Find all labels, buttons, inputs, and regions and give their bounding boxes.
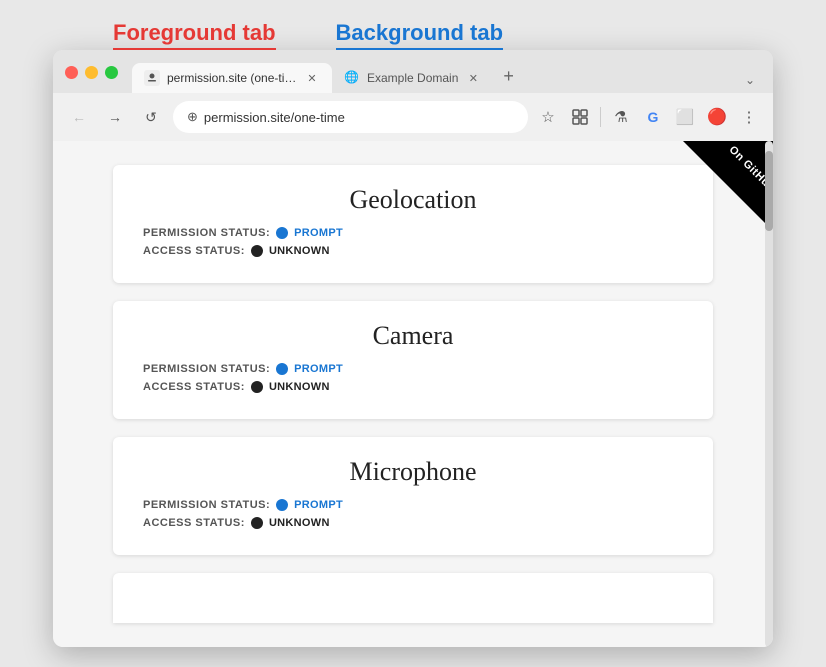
- back-button[interactable]: ←: [65, 103, 93, 131]
- camera-access-dot: [251, 381, 263, 393]
- toolbar-divider: [600, 107, 601, 127]
- geolocation-access-value: UNKNOWN: [269, 245, 330, 257]
- geolocation-title: Geolocation: [143, 185, 683, 215]
- geolocation-permission-label: PERMISSION STATUS:: [143, 227, 270, 239]
- partial-card: [113, 573, 713, 623]
- background-tab-title: Example Domain: [367, 71, 458, 85]
- tab-labels: Foreground tab Background tab: [53, 20, 773, 50]
- address-field[interactable]: ⊕ permission.site/one-time: [173, 101, 528, 133]
- tabs-row: permission.site (one-time) ✕ 🌐 Example D…: [132, 60, 761, 93]
- google-icon[interactable]: G: [641, 105, 665, 129]
- title-bar: permission.site (one-time) ✕ 🌐 Example D…: [53, 50, 773, 93]
- close-button[interactable]: [65, 66, 78, 79]
- foreground-tab-label: Foreground tab: [113, 20, 276, 50]
- background-tab[interactable]: 🌐 Example Domain ✕: [332, 63, 493, 93]
- outer-wrapper: Foreground tab Background tab: [53, 20, 773, 647]
- background-tab-label: Background tab: [336, 20, 503, 50]
- microphone-permission-label: PERMISSION STATUS:: [143, 499, 270, 511]
- geolocation-permission-row: PERMISSION STATUS: PROMPT: [143, 227, 683, 239]
- extension-icon[interactable]: [568, 105, 592, 129]
- microphone-access-label: ACCESS STATUS:: [143, 517, 245, 529]
- background-tab-close[interactable]: ✕: [465, 70, 481, 86]
- tab-site-icon: [144, 70, 160, 86]
- microphone-access-dot: [251, 517, 263, 529]
- menu-icon[interactable]: ⋮: [737, 105, 761, 129]
- foreground-tab-title: permission.site (one-time): [167, 71, 297, 85]
- page-content: On GitHub Geolocation PERMISSION STATUS:…: [53, 141, 773, 647]
- geolocation-access-label: ACCESS STATUS:: [143, 245, 245, 257]
- microphone-permission-dot: [276, 499, 288, 511]
- camera-card: Camera PERMISSION STATUS: PROMPT ACCESS …: [113, 301, 713, 419]
- minimize-button[interactable]: [85, 66, 98, 79]
- geolocation-access-dot: [251, 245, 263, 257]
- forward-button[interactable]: →: [101, 103, 129, 131]
- address-bar-row: ← → ↺ ⊕ permission.site/one-time ☆: [53, 93, 773, 141]
- flask-icon[interactable]: ⚗: [609, 105, 633, 129]
- microphone-permission-value: PROMPT: [294, 499, 343, 511]
- camera-access-value: UNKNOWN: [269, 381, 330, 393]
- geolocation-permission-value: PROMPT: [294, 227, 343, 239]
- camera-title: Camera: [143, 321, 683, 351]
- maximize-button[interactable]: [105, 66, 118, 79]
- camera-permission-dot: [276, 363, 288, 375]
- tab-chevron[interactable]: ⌄: [739, 67, 761, 93]
- bookmark-icon[interactable]: ☆: [536, 105, 560, 129]
- geolocation-access-row: ACCESS STATUS: UNKNOWN: [143, 245, 683, 257]
- new-tab-button[interactable]: +: [493, 60, 524, 93]
- profile-icon[interactable]: 🔴: [705, 105, 729, 129]
- reload-button[interactable]: ↺: [137, 103, 165, 131]
- camera-access-label: ACCESS STATUS:: [143, 381, 245, 393]
- foreground-tab[interactable]: permission.site (one-time) ✕: [132, 63, 332, 93]
- tab-globe-icon: 🌐: [344, 70, 360, 86]
- camera-permission-value: PROMPT: [294, 363, 343, 375]
- title-bar-top: permission.site (one-time) ✕ 🌐 Example D…: [65, 60, 761, 93]
- site-lock-icon: ⊕: [187, 109, 198, 125]
- scrollbar[interactable]: [765, 141, 773, 647]
- scrollbar-thumb[interactable]: [765, 151, 773, 231]
- cards-container: Geolocation PERMISSION STATUS: PROMPT AC…: [53, 141, 773, 647]
- microphone-permission-row: PERMISSION STATUS: PROMPT: [143, 499, 683, 511]
- camera-permission-row: PERMISSION STATUS: PROMPT: [143, 363, 683, 375]
- camera-permission-label: PERMISSION STATUS:: [143, 363, 270, 375]
- microphone-access-row: ACCESS STATUS: UNKNOWN: [143, 517, 683, 529]
- geolocation-permission-dot: [276, 227, 288, 239]
- address-text: permission.site/one-time: [204, 110, 514, 125]
- microphone-card: Microphone PERMISSION STATUS: PROMPT ACC…: [113, 437, 713, 555]
- sidebar-icon[interactable]: ⬜: [673, 105, 697, 129]
- microphone-title: Microphone: [143, 457, 683, 487]
- geolocation-card: Geolocation PERMISSION STATUS: PROMPT AC…: [113, 165, 713, 283]
- microphone-access-value: UNKNOWN: [269, 517, 330, 529]
- address-actions: ☆ ⚗ G ⬜ 🔴 ⋮: [536, 105, 761, 129]
- browser-window: permission.site (one-time) ✕ 🌐 Example D…: [53, 50, 773, 647]
- traffic-lights: [65, 66, 118, 87]
- camera-access-row: ACCESS STATUS: UNKNOWN: [143, 381, 683, 393]
- foreground-tab-close[interactable]: ✕: [304, 70, 320, 86]
